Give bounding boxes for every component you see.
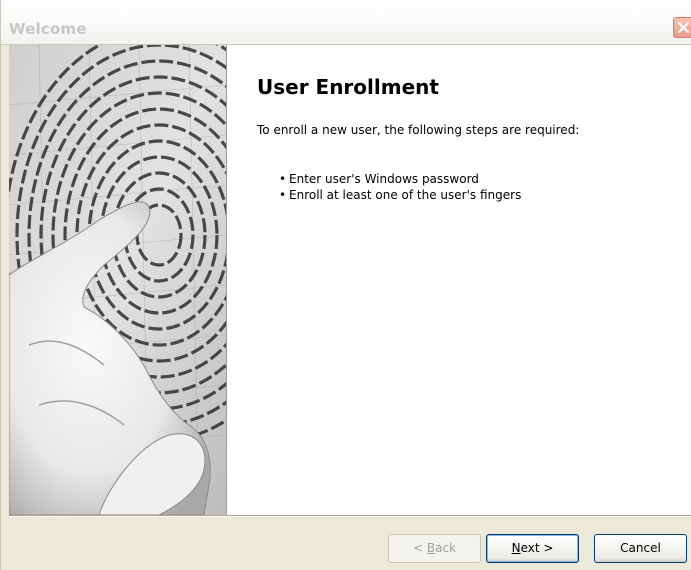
back-button[interactable]: < Back (388, 534, 481, 563)
back-label: ack (435, 541, 456, 555)
page-title: User Enrollment (257, 75, 439, 99)
next-label: ext > (520, 541, 554, 555)
next-button[interactable]: Next > (486, 534, 579, 563)
button-separator (9, 515, 691, 517)
title-bar: Welcome (1, 0, 691, 45)
step-text: Enter user's Windows password (289, 172, 479, 186)
cancel-button[interactable]: Cancel (594, 534, 687, 563)
close-button[interactable] (673, 17, 691, 38)
intro-text: To enroll a new user, the following step… (257, 123, 580, 137)
enrollment-wizard-window: Welcome User Enrollment To enroll a new … (0, 0, 691, 570)
back-prefix: < (412, 541, 427, 555)
list-item: • Enroll at least one of the user's finge… (279, 188, 522, 202)
fingerprint-hand-image (9, 45, 227, 515)
list-item: • Enter user's Windows password (279, 172, 479, 186)
back-accelerator: B (426, 541, 436, 555)
steps-list: • Enter user's Windows password • Enroll a… (279, 171, 521, 203)
wizard-content: User Enrollment To enroll a new user, th… (227, 45, 691, 515)
next-accelerator: N (511, 541, 521, 555)
window-title: Welcome (9, 20, 87, 38)
close-icon (677, 21, 690, 34)
step-text: Enroll at least one of the user's finger… (289, 188, 522, 202)
